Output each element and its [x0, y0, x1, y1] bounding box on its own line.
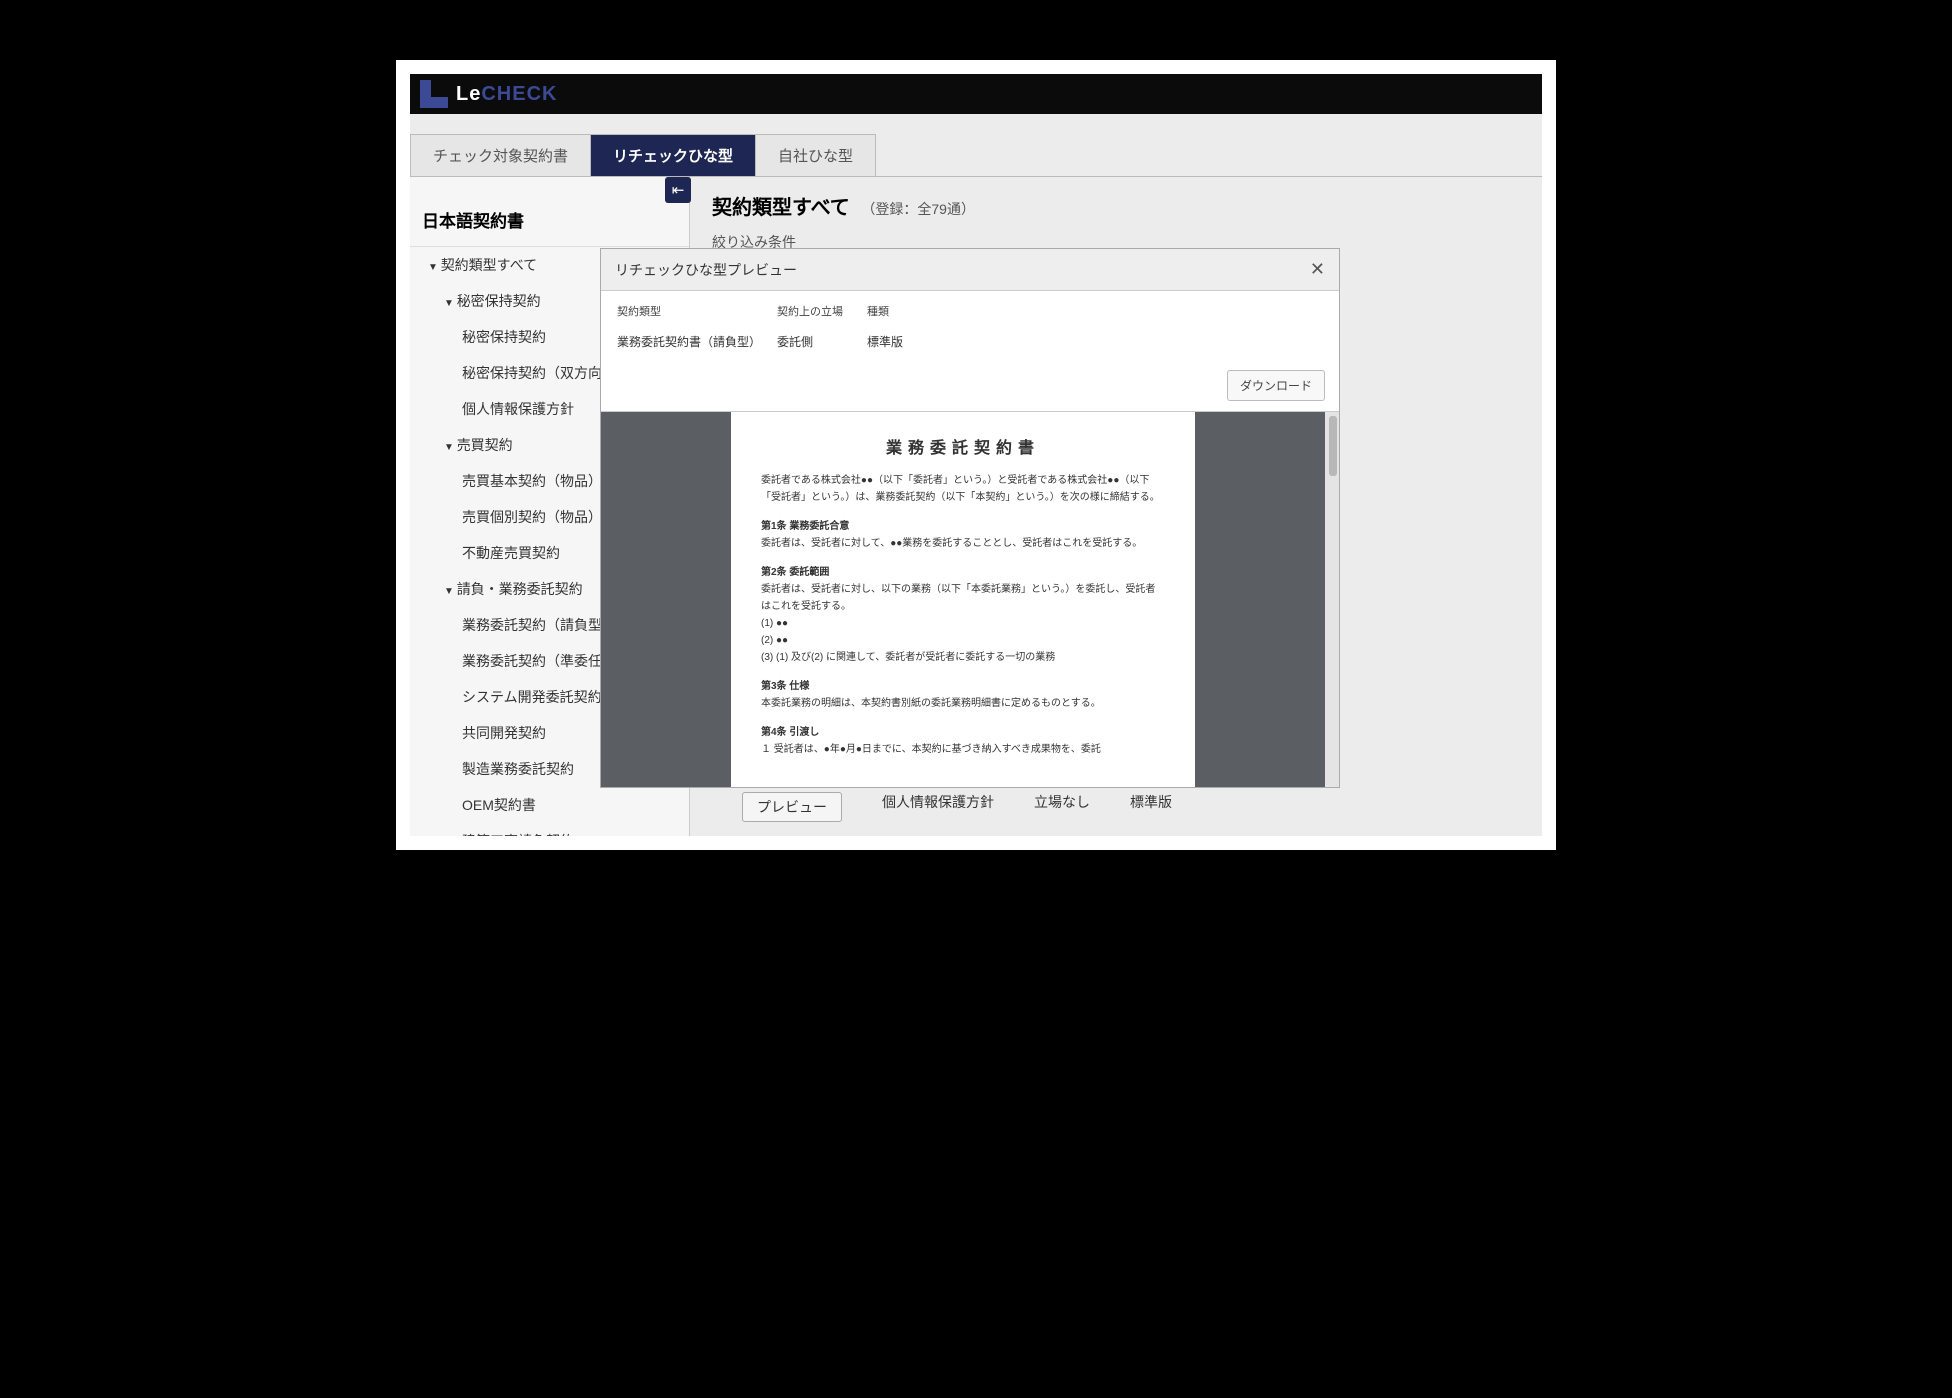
meta-c2: 委託側	[777, 333, 867, 350]
under-col-1: 個人情報保護方針	[882, 792, 994, 822]
brand-check: CHECK	[481, 83, 557, 105]
under-col-3: 標準版	[1130, 792, 1172, 822]
doc-a3t: 第3条 仕様	[761, 678, 1165, 695]
doc-a4t: 第4条 引渡し	[761, 724, 1165, 741]
sidebar-title: 日本語契約書	[410, 177, 689, 247]
modal-actions: ダウンロード	[601, 364, 1339, 411]
tab-own-template[interactable]: 自社ひな型	[755, 134, 876, 176]
app-header: LeCHECK	[410, 74, 1542, 114]
meta-h3: 種類	[867, 303, 957, 319]
doc-a2b3: (2) ●●	[761, 632, 1165, 649]
meta-h1: 契約類型	[617, 303, 777, 319]
preview-button[interactable]: プレビュー	[742, 792, 842, 822]
app-window: LeCHECK チェック対象契約書 リチェックひな型 自社ひな型 ⇤ 日本語契約…	[396, 60, 1556, 850]
collapse-sidebar-icon[interactable]: ⇤	[665, 177, 691, 203]
close-icon[interactable]: ✕	[1310, 259, 1325, 280]
tab-recheck-template[interactable]: リチェックひな型	[590, 134, 756, 176]
meta-c3: 標準版	[867, 333, 957, 350]
doc-intro: 委託者である株式会社●●（以下「委託者」という。）と受託者である株式会社●●（以…	[761, 472, 1165, 506]
meta-c1: 業務委託契約書（請負型）	[617, 333, 777, 350]
modal-meta-row: 業務委託契約書（請負型） 委託側 標準版	[601, 323, 1339, 364]
viewer-gutter-right	[1195, 412, 1325, 787]
doc-a2b2: (1) ●●	[761, 615, 1165, 632]
viewer-scrollbar[interactable]	[1325, 412, 1339, 787]
modal-title: リチェックひな型プレビュー	[615, 260, 797, 280]
document-viewer: 業務委託契約書 委託者である株式会社●●（以下「委託者」という。）と受託者である…	[601, 411, 1339, 787]
tree-out-oem[interactable]: OEM契約書	[410, 787, 689, 823]
app-shell: LeCHECK チェック対象契約書 リチェックひな型 自社ひな型 ⇤ 日本語契約…	[410, 74, 1542, 836]
preview-modal: リチェックひな型プレビュー ✕ 契約類型 契約上の立場 種類 業務委託契約書（請…	[600, 248, 1340, 788]
under-col-2: 立場なし	[1034, 792, 1090, 822]
doc-a1b: 委託者は、受託者に対して、●●業務を委託することとし、受託者はこれを受託する。	[761, 535, 1165, 552]
doc-a2b1: 委託者は、受託者に対し、以下の業務（以下「本委託業務」という。）を委託し、受託者…	[761, 581, 1165, 615]
logo-icon	[420, 80, 448, 108]
doc-heading: 業務委託契約書	[761, 434, 1165, 458]
main-title-text: 契約類型すべて	[712, 197, 850, 219]
brand-name: LeCHECK	[456, 83, 557, 106]
doc-a2t: 第2条 委託範囲	[761, 564, 1165, 581]
main-title: 契約類型すべて （登録：全79通）	[712, 191, 1520, 220]
document-page: 業務委託契約書 委託者である株式会社●●（以下「委託者」という。）と受託者である…	[731, 412, 1195, 787]
doc-a3b: 本委託業務の明細は、本契約書別紙の委託業務明細書に定めるものとする。	[761, 695, 1165, 712]
meta-h2: 契約上の立場	[777, 303, 867, 319]
tree-out-constr[interactable]: 建築工事請負契約	[410, 823, 689, 836]
modal-header: リチェックひな型プレビュー ✕	[601, 249, 1339, 291]
brand-le: Le	[456, 83, 481, 105]
viewer-gutter-left	[601, 412, 731, 787]
doc-a2b4: (3) (1) 及び(2) に関連して、委託者が受託者に委託する一切の業務	[761, 649, 1165, 666]
result-row: プレビュー 個人情報保護方針 立場なし 標準版	[742, 792, 1172, 822]
download-button[interactable]: ダウンロード	[1227, 370, 1325, 401]
doc-a4b: １ 受託者は、●年●月●日までに、本契約に基づき納入すべき成果物を、委託	[761, 741, 1165, 758]
main-title-count: （登録：全79通）	[861, 201, 975, 217]
doc-a1t: 第1条 業務委託合意	[761, 518, 1165, 535]
tab-check-target[interactable]: チェック対象契約書	[410, 134, 591, 176]
modal-meta-header: 契約類型 契約上の立場 種類	[601, 291, 1339, 323]
tab-bar: チェック対象契約書 リチェックひな型 自社ひな型	[410, 114, 1542, 177]
